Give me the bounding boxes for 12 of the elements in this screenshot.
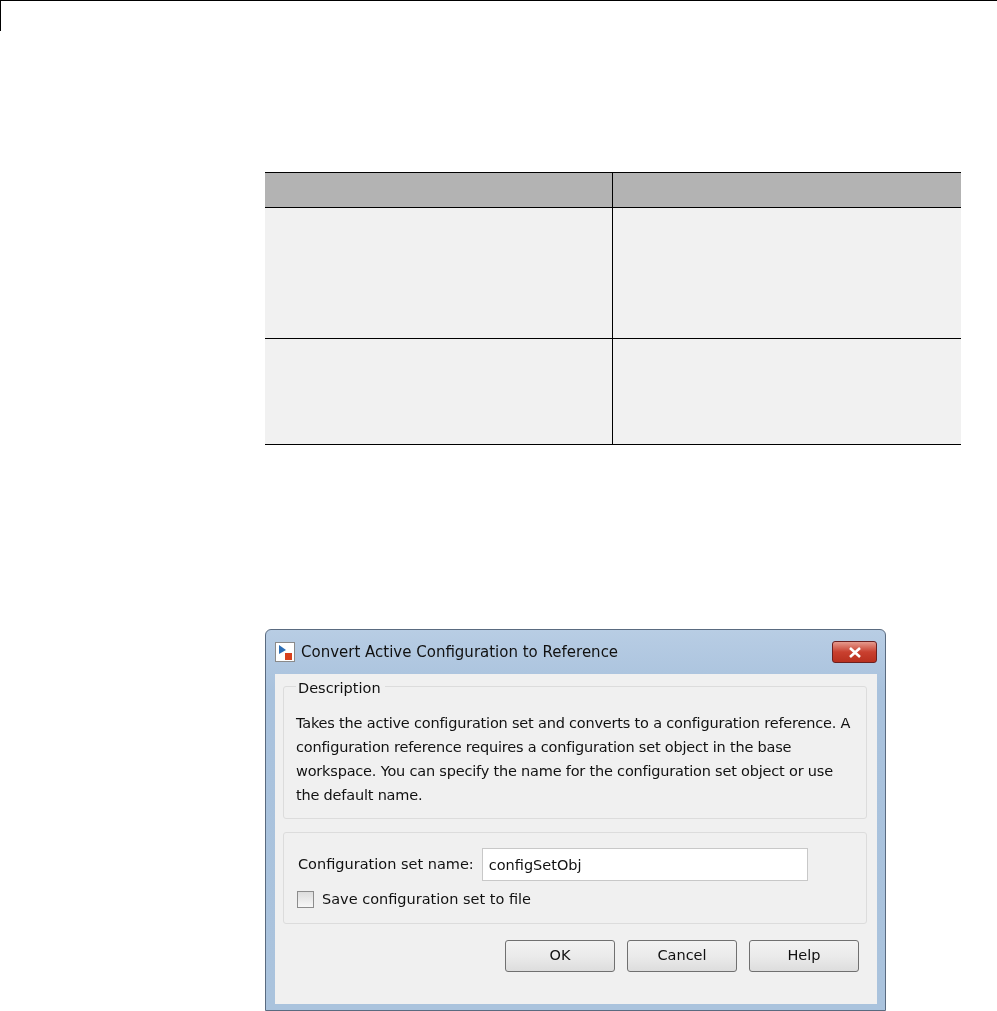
checkbox[interactable] (297, 891, 314, 909)
name-input-field[interactable]: configSetObj (481, 848, 808, 881)
app-icon (275, 642, 295, 662)
checkbox-label[interactable]: Save configuration set to file (322, 889, 531, 911)
window-title: Convert Active Configuration to Reference (301, 641, 619, 663)
field-label: Configuration set name: (298, 854, 474, 874)
dialog-button[interactable]: OK (505, 939, 615, 972)
close-button[interactable] (832, 641, 877, 663)
dialog-button[interactable]: Help (749, 939, 859, 972)
dialog-button[interactable]: Cancel (627, 939, 737, 972)
description-text: Takes the active configuration set and converts to a configuration reference. A configuration reference requires a configuration set object in the base workspace. You can specify the name for the configuration set object or use the default name. (296, 714, 852, 805)
close-icon (848, 646, 861, 658)
